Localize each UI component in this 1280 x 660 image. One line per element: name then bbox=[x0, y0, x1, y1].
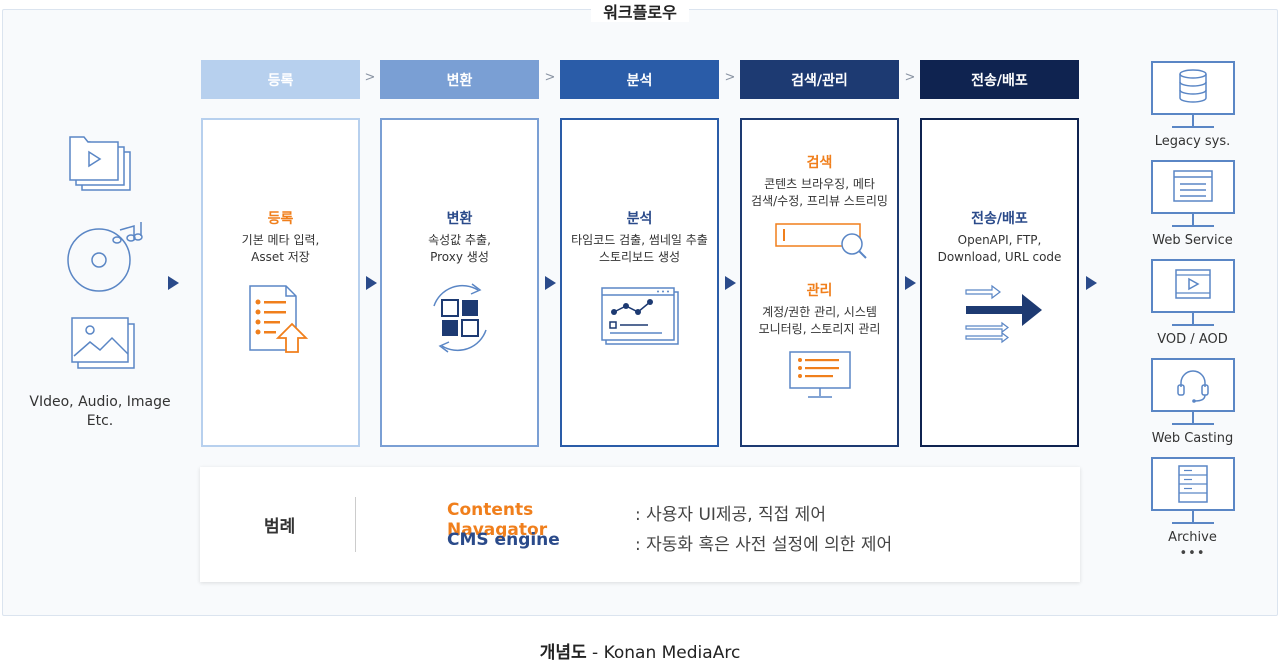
video-player-monitor-icon bbox=[1150, 259, 1235, 326]
chevron-right-icon: > bbox=[364, 70, 376, 85]
analytics-window-icon bbox=[600, 287, 679, 345]
audio-disc-icon bbox=[67, 222, 143, 292]
video-files-icon bbox=[69, 136, 131, 191]
database-monitor-icon bbox=[1150, 61, 1235, 128]
destination-label: Archive bbox=[1168, 530, 1217, 545]
legend-box: 범례 Contents Navagator : 사용자 UI제공, 직접 제어 … bbox=[200, 467, 1080, 582]
destination-label: Legacy sys. bbox=[1154, 134, 1231, 149]
destination-archive: Archive bbox=[1150, 456, 1235, 545]
flow-arrow bbox=[1086, 276, 1097, 290]
step-card-register: 등록 기본 메타 입력, Asset 저장 bbox=[201, 118, 360, 447]
search-bar-icon bbox=[774, 223, 867, 259]
step-header-deliver: 전송/배포 bbox=[920, 60, 1079, 99]
convert-grid-icon bbox=[432, 283, 487, 353]
step-title: 분석 bbox=[626, 211, 653, 227]
step-header-register: 등록 bbox=[201, 60, 360, 99]
step-desc: 기본 메타 입력, Asset 저장 bbox=[241, 233, 320, 264]
step-desc: 계정/권한 관리, 시스템 모니터링, 스토리지 관리 bbox=[758, 305, 881, 336]
step-desc: OpenAPI, FTP, Download, URL code bbox=[937, 233, 1062, 264]
source-label: VIdeo, Audio, Image Etc. bbox=[29, 394, 171, 429]
legend-key: CMS engine bbox=[447, 530, 560, 550]
step-title: 관리 bbox=[806, 283, 833, 299]
chevron-right-icon: > bbox=[544, 70, 556, 85]
workflow-title: 워크플로우 bbox=[0, 0, 1280, 23]
step-title: 검색 bbox=[806, 155, 833, 171]
step-header-analyze: 분석 bbox=[560, 60, 719, 99]
transfer-arrows-icon bbox=[964, 284, 1042, 344]
document-upload-icon bbox=[248, 285, 308, 353]
destination-label: Web Service bbox=[1152, 233, 1233, 248]
flow-arrow bbox=[545, 276, 556, 290]
step-card-search-manage: 검색 콘텐츠 브라우징, 메타 검색/수정, 프리뷰 스트리밍 관리 계정/권한… bbox=[740, 118, 899, 447]
step-header-search-manage: 검색/관리 bbox=[740, 60, 899, 99]
headset-monitor-icon bbox=[1150, 358, 1235, 425]
monitor-list-icon bbox=[788, 351, 851, 398]
step-title: 전송/배포 bbox=[971, 211, 1028, 227]
caption-bold: 개념도 bbox=[539, 643, 587, 660]
flow-arrow bbox=[366, 276, 377, 290]
flow-arrow bbox=[168, 276, 179, 290]
step-title: 등록 bbox=[267, 211, 294, 227]
caption: 개념도 - Konan MediaArc bbox=[0, 638, 1280, 660]
destination-web-casting: Web Casting bbox=[1150, 357, 1235, 446]
flow-arrow bbox=[905, 276, 916, 290]
destination-vod-aod: VOD / AOD bbox=[1150, 258, 1235, 347]
destination-legacy: Legacy sys. bbox=[1150, 60, 1235, 149]
step-title: 변환 bbox=[446, 211, 473, 227]
destination-label: Web Casting bbox=[1151, 431, 1234, 446]
caption-rest: - Konan MediaArc bbox=[586, 643, 741, 660]
legend-item: CMS engine : 자동화 혹은 사전 설정에 의한 제어 bbox=[447, 530, 892, 555]
destination-label: VOD / AOD bbox=[1157, 332, 1228, 347]
server-monitor-icon bbox=[1150, 457, 1235, 524]
web-window-monitor-icon bbox=[1150, 160, 1235, 227]
step-card-analyze: 분석 타임코드 검출, 썸네일 추출 스토리보드 생성 bbox=[560, 118, 719, 447]
legend-value: : 자동화 혹은 사전 설정에 의한 제어 bbox=[635, 535, 893, 555]
image-icon bbox=[71, 317, 135, 369]
step-header-convert: 변환 bbox=[380, 60, 539, 99]
flow-arrow bbox=[725, 276, 736, 290]
step-desc: 콘텐츠 브라우징, 메타 검색/수정, 프리뷰 스트리밍 bbox=[751, 177, 888, 208]
destination-web-service: Web Service bbox=[1150, 159, 1235, 248]
step-card-convert: 변환 속성값 추출, Proxy 생성 bbox=[380, 118, 539, 447]
step-card-deliver: 전송/배포 OpenAPI, FTP, Download, URL code bbox=[920, 118, 1079, 447]
legend-divider bbox=[355, 497, 356, 552]
chevron-right-icon: > bbox=[904, 70, 916, 85]
step-desc: 타임코드 검출, 썸네일 추출 스토리보드 생성 bbox=[571, 233, 708, 264]
more-icon: ••• bbox=[1179, 546, 1206, 561]
chevron-right-icon: > bbox=[724, 70, 736, 85]
step-desc: 속성값 추출, Proxy 생성 bbox=[428, 233, 491, 264]
legend-label: 범례 bbox=[264, 517, 296, 537]
